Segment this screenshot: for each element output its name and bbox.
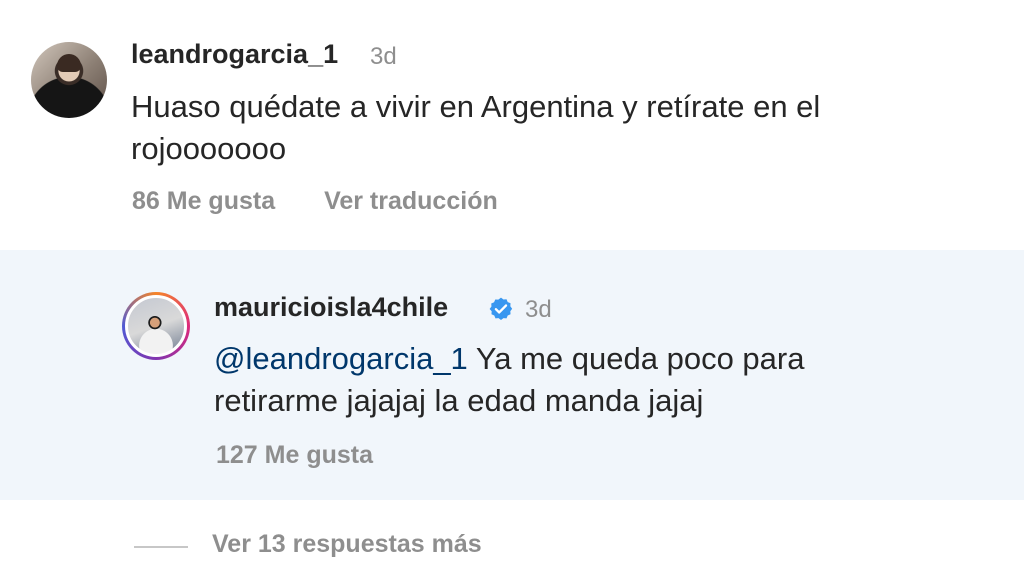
comment-actions: 86 Me gusta Ver traducción [132,187,498,216]
comment-text: Huaso quédate a vivir en Argentina y ret… [131,89,821,166]
see-translation-link[interactable]: Ver traducción [324,187,498,216]
story-ring-avatar[interactable] [122,292,190,360]
avatar[interactable] [31,42,107,118]
reply-text: @leandrogarcia_1 Ya me queda poco para r… [214,338,934,422]
reply-like-count[interactable]: 127 Me gusta [216,441,373,470]
comment-like-count[interactable]: 86 Me gusta [132,187,275,216]
parent-comment: leandrogarcia_1 3d Huaso quédate a vivir… [0,0,1024,250]
avatar [125,295,187,357]
reply-username[interactable]: mauricioisla4chile [214,292,448,323]
verified-badge-icon [489,297,513,320]
view-more-replies-button[interactable]: Ver 13 respuestas más [212,530,482,559]
mention-link[interactable]: @leandrogarcia_1 [214,341,468,376]
comment-username[interactable]: leandrogarcia_1 [131,39,338,70]
comment-thread: leandrogarcia_1 3d Huaso quédate a vivir… [0,0,1024,578]
reply-timestamp: 3d [525,296,552,323]
replies-divider [134,546,188,548]
comment-timestamp: 3d [370,43,397,70]
